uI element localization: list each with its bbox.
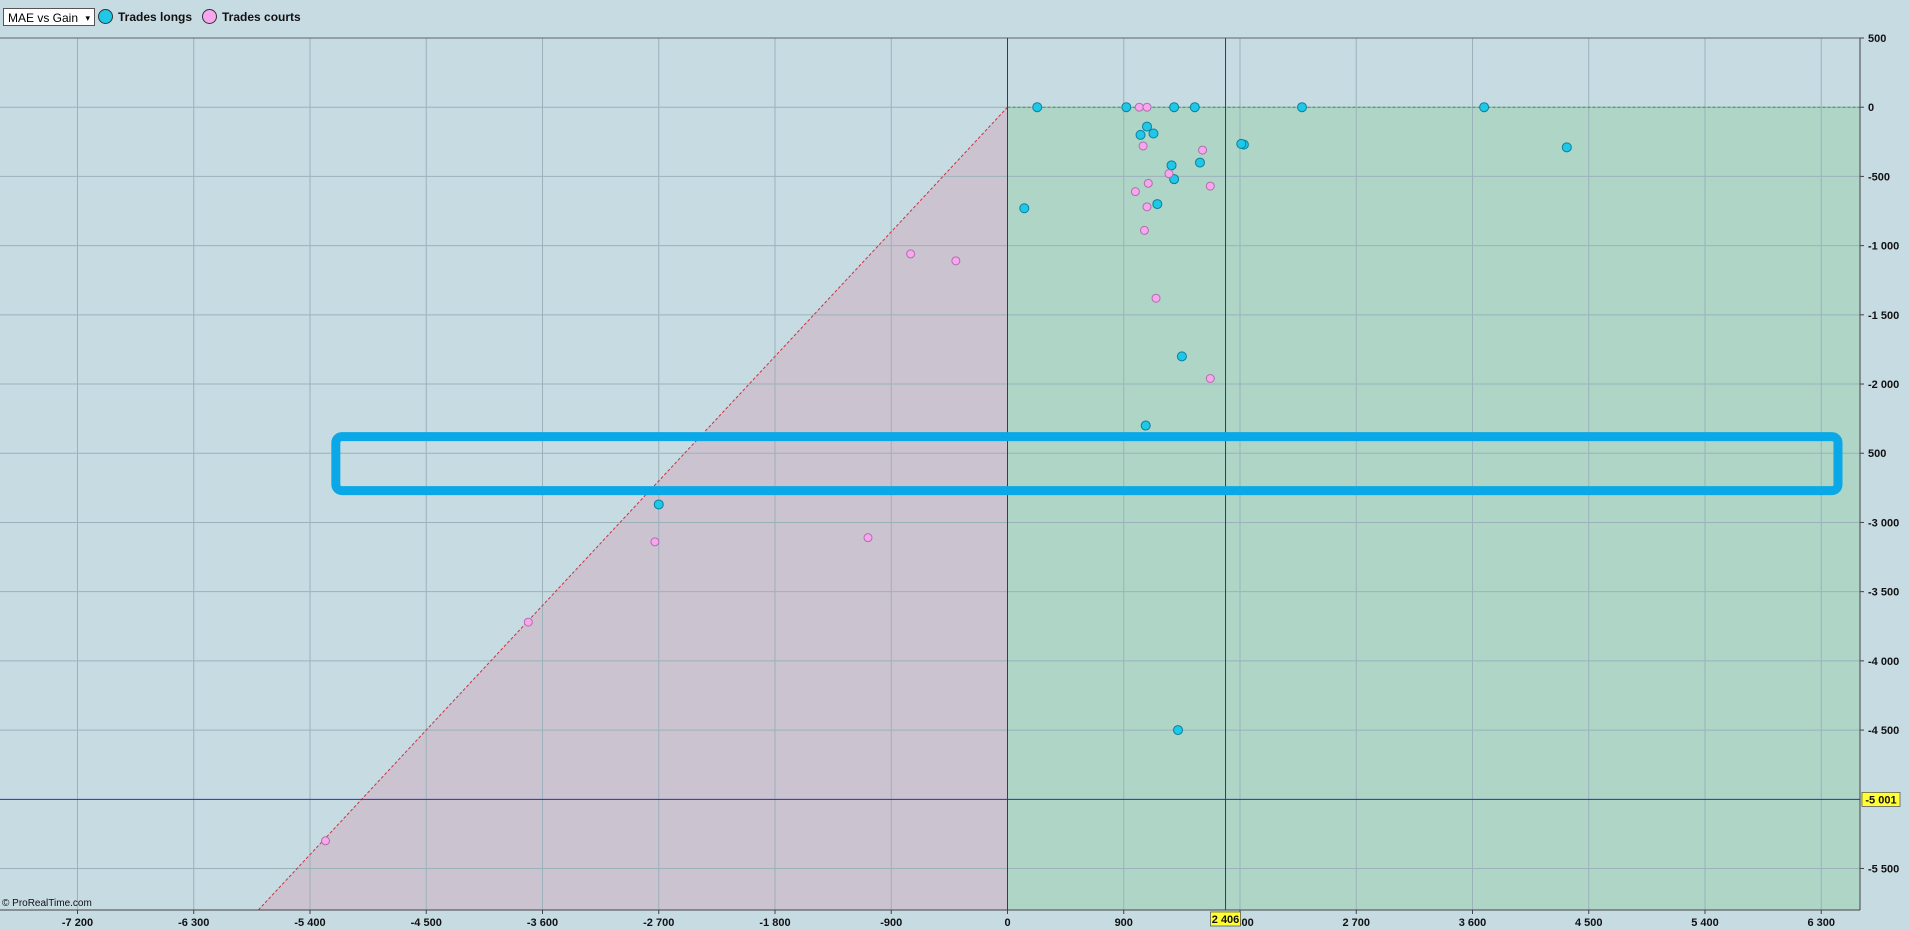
long-trade-point bbox=[1019, 203, 1030, 214]
long-trade-point bbox=[1236, 138, 1247, 149]
y-tick-label: -5 500 bbox=[1868, 863, 1899, 875]
short-trade-point bbox=[523, 617, 533, 627]
x-tick-label: 5 400 bbox=[1691, 917, 1719, 929]
short-trade-point bbox=[1164, 169, 1174, 179]
long-trade-point bbox=[1169, 102, 1180, 113]
long-trade-point bbox=[1140, 420, 1151, 431]
short-trade-point bbox=[1205, 181, 1215, 191]
long-trade-point bbox=[1142, 121, 1152, 132]
gain-zone bbox=[1007, 107, 1860, 910]
scatter-chart[interactable]: -7 200 -6 300 -5 400 -4 500 -3 600 -2 700 -1 8… bbox=[0, 0, 1910, 930]
long-trade-point bbox=[1176, 351, 1187, 362]
long-trade-point bbox=[1189, 102, 1200, 113]
x-tick-label: 900 bbox=[1115, 917, 1133, 929]
x-tick-label: -2 700 bbox=[643, 917, 674, 929]
short-trade-point bbox=[1138, 141, 1148, 151]
x-tick-label: -7 200 bbox=[62, 917, 93, 929]
short-trade-point bbox=[1142, 202, 1152, 212]
y-tick-label: -3 000 bbox=[1868, 517, 1899, 529]
x-tick-label: -900 bbox=[880, 917, 902, 929]
y-tick-label: -2 000 bbox=[1868, 379, 1899, 391]
y-tick-label: -4 500 bbox=[1868, 725, 1899, 737]
cursor-x-label: 2 406 bbox=[1212, 914, 1240, 926]
x-tick-label: -5 400 bbox=[294, 917, 325, 929]
long-trade-point bbox=[1032, 102, 1043, 113]
short-trade-point bbox=[1130, 187, 1140, 197]
y-tick-label: 500 bbox=[1868, 448, 1886, 460]
x-tick-label: -3 600 bbox=[527, 917, 558, 929]
short-trade-point bbox=[650, 537, 660, 547]
short-trade-point bbox=[863, 533, 873, 543]
y-tick-label: 500 bbox=[1868, 33, 1886, 45]
x-tick-label: 3 600 bbox=[1459, 917, 1487, 929]
x-tick-label: -4 500 bbox=[411, 917, 442, 929]
y-tick-label: -1 000 bbox=[1868, 241, 1899, 253]
y-tick-label: -3 500 bbox=[1868, 587, 1899, 599]
long-trade-point bbox=[1148, 128, 1159, 139]
short-trade-point bbox=[1198, 145, 1208, 155]
long-trade-point bbox=[1135, 129, 1146, 140]
long-trade-point bbox=[653, 499, 664, 510]
watermark: © ProRealTime.com bbox=[2, 898, 92, 909]
long-trade-point bbox=[1194, 157, 1205, 168]
short-trade-point bbox=[951, 256, 961, 266]
short-trade-point bbox=[1143, 178, 1153, 188]
x-tick-label: 2 700 bbox=[1342, 917, 1370, 929]
x-tick-label: -6 300 bbox=[178, 917, 209, 929]
long-trade-point bbox=[1479, 102, 1490, 113]
long-trade-point bbox=[1173, 725, 1183, 736]
x-tick-label: 0 bbox=[1004, 917, 1010, 929]
long-trade-point bbox=[1121, 102, 1132, 113]
y-tick-label: -1 500 bbox=[1868, 310, 1899, 322]
long-trade-point bbox=[1561, 142, 1572, 153]
y-tick-label: -500 bbox=[1868, 171, 1890, 183]
short-trade-point bbox=[321, 836, 330, 846]
short-trade-point bbox=[906, 249, 916, 259]
short-trade-point bbox=[1205, 373, 1215, 383]
long-trade-point bbox=[1297, 102, 1307, 113]
long-trade-point bbox=[1166, 160, 1177, 171]
x-tick-label: 6 300 bbox=[1807, 917, 1835, 929]
short-trade-point bbox=[1139, 225, 1149, 235]
short-trade-point bbox=[1134, 102, 1144, 112]
long-trade-point bbox=[1152, 199, 1163, 210]
x-tick-label: 4 500 bbox=[1575, 917, 1603, 929]
cursor-y-label: -5 001 bbox=[1865, 794, 1896, 806]
short-trade-point bbox=[1151, 293, 1161, 303]
y-tick-label: -4 000 bbox=[1868, 656, 1899, 668]
y-tick-label: 0 bbox=[1868, 102, 1874, 114]
x-tick-label: -1 800 bbox=[759, 917, 790, 929]
short-trade-point bbox=[1142, 102, 1152, 112]
